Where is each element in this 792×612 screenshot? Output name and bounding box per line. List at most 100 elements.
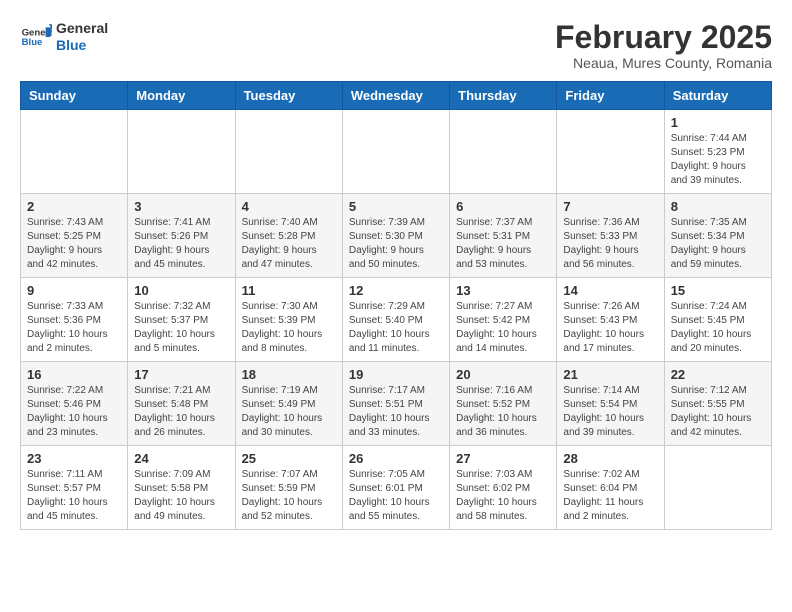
day-info: Sunrise: 7:33 AM Sunset: 5:36 PM Dayligh…: [27, 300, 121, 356]
calendar-cell: 15 Sunrise: 7:24 AM Sunset: 5:45 PM Dayli…: [664, 278, 771, 362]
calendar-cell: 9 Sunrise: 7:33 AM Sunset: 5:36 PM Daylig…: [21, 278, 128, 362]
page-header: General Blue General Blue February 2025 …: [20, 20, 772, 71]
calendar-table: SundayMondayTuesdayWednesdayThursdayFrid…: [20, 81, 772, 530]
weekday-header-saturday: Saturday: [664, 82, 771, 110]
day-number: 11: [242, 283, 336, 298]
month-year: February 2025: [555, 20, 772, 55]
calendar-cell: 19 Sunrise: 7:17 AM Sunset: 5:51 PM Dayli…: [342, 362, 449, 446]
day-info: Sunrise: 7:21 AM Sunset: 5:48 PM Dayligh…: [134, 384, 228, 440]
day-number: 21: [563, 367, 657, 382]
day-number: 19: [349, 367, 443, 382]
day-number: 8: [671, 199, 765, 214]
day-number: 18: [242, 367, 336, 382]
day-number: 5: [349, 199, 443, 214]
day-info: Sunrise: 7:12 AM Sunset: 5:55 PM Dayligh…: [671, 384, 765, 440]
weekday-header-wednesday: Wednesday: [342, 82, 449, 110]
calendar-cell: [342, 110, 449, 194]
weekday-header-friday: Friday: [557, 82, 664, 110]
day-info: Sunrise: 7:24 AM Sunset: 5:45 PM Dayligh…: [671, 300, 765, 356]
day-info: Sunrise: 7:17 AM Sunset: 5:51 PM Dayligh…: [349, 384, 443, 440]
day-number: 6: [456, 199, 550, 214]
day-number: 13: [456, 283, 550, 298]
day-info: Sunrise: 7:07 AM Sunset: 5:59 PM Dayligh…: [242, 468, 336, 524]
day-number: 16: [27, 367, 121, 382]
day-number: 20: [456, 367, 550, 382]
day-number: 15: [671, 283, 765, 298]
day-info: Sunrise: 7:40 AM Sunset: 5:28 PM Dayligh…: [242, 216, 336, 272]
calendar-cell: [128, 110, 235, 194]
day-info: Sunrise: 7:30 AM Sunset: 5:39 PM Dayligh…: [242, 300, 336, 356]
calendar-cell: 25 Sunrise: 7:07 AM Sunset: 5:59 PM Dayli…: [235, 446, 342, 530]
calendar-cell: 1Sunrise: 7:44 AM Sunset: 5:23 PM Daylig…: [664, 110, 771, 194]
calendar-cell: 4 Sunrise: 7:40 AM Sunset: 5:28 PM Daylig…: [235, 194, 342, 278]
day-number: 3: [134, 199, 228, 214]
day-info: Sunrise: 7:44 AM Sunset: 5:23 PM Dayligh…: [671, 132, 765, 188]
day-number: 26: [349, 451, 443, 466]
day-number: 25: [242, 451, 336, 466]
day-number: 28: [563, 451, 657, 466]
day-number: 9: [27, 283, 121, 298]
location: Neaua, Mures County, Romania: [555, 55, 772, 71]
day-info: Sunrise: 7:32 AM Sunset: 5:37 PM Dayligh…: [134, 300, 228, 356]
calendar-cell: 5 Sunrise: 7:39 AM Sunset: 5:30 PM Daylig…: [342, 194, 449, 278]
day-number: 12: [349, 283, 443, 298]
day-info: Sunrise: 7:05 AM Sunset: 6:01 PM Dayligh…: [349, 468, 443, 524]
calendar-week-row: 9 Sunrise: 7:33 AM Sunset: 5:36 PM Daylig…: [21, 278, 772, 362]
day-number: 7: [563, 199, 657, 214]
calendar-week-row: 16 Sunrise: 7:22 AM Sunset: 5:46 PM Dayli…: [21, 362, 772, 446]
calendar-cell: 8 Sunrise: 7:35 AM Sunset: 5:34 PM Daylig…: [664, 194, 771, 278]
weekday-header-thursday: Thursday: [450, 82, 557, 110]
calendar-cell: 12 Sunrise: 7:29 AM Sunset: 5:40 PM Dayli…: [342, 278, 449, 362]
logo-blue-text: Blue: [56, 37, 108, 54]
calendar-cell: 28Sunrise: 7:02 AM Sunset: 6:04 PM Dayli…: [557, 446, 664, 530]
calendar-cell: 16 Sunrise: 7:22 AM Sunset: 5:46 PM Dayli…: [21, 362, 128, 446]
calendar-cell: [21, 110, 128, 194]
calendar-cell: 3 Sunrise: 7:41 AM Sunset: 5:26 PM Daylig…: [128, 194, 235, 278]
calendar-cell: 27 Sunrise: 7:03 AM Sunset: 6:02 PM Dayli…: [450, 446, 557, 530]
title-block: February 2025 Neaua, Mures County, Roman…: [555, 20, 772, 71]
calendar-header: SundayMondayTuesdayWednesdayThursdayFrid…: [21, 82, 772, 110]
weekday-header-monday: Monday: [128, 82, 235, 110]
calendar-cell: 21 Sunrise: 7:14 AM Sunset: 5:54 PM Dayli…: [557, 362, 664, 446]
calendar-cell: [557, 110, 664, 194]
day-number: 27: [456, 451, 550, 466]
day-info: Sunrise: 7:26 AM Sunset: 5:43 PM Dayligh…: [563, 300, 657, 356]
calendar-cell: 6Sunrise: 7:37 AM Sunset: 5:31 PM Daylig…: [450, 194, 557, 278]
calendar-body: 1Sunrise: 7:44 AM Sunset: 5:23 PM Daylig…: [21, 110, 772, 530]
calendar-cell: 23Sunrise: 7:11 AM Sunset: 5:57 PM Dayli…: [21, 446, 128, 530]
day-info: Sunrise: 7:14 AM Sunset: 5:54 PM Dayligh…: [563, 384, 657, 440]
calendar-week-row: 1Sunrise: 7:44 AM Sunset: 5:23 PM Daylig…: [21, 110, 772, 194]
day-info: Sunrise: 7:22 AM Sunset: 5:46 PM Dayligh…: [27, 384, 121, 440]
day-info: Sunrise: 7:03 AM Sunset: 6:02 PM Dayligh…: [456, 468, 550, 524]
day-number: 17: [134, 367, 228, 382]
day-number: 24: [134, 451, 228, 466]
day-info: Sunrise: 7:39 AM Sunset: 5:30 PM Dayligh…: [349, 216, 443, 272]
calendar-cell: 7Sunrise: 7:36 AM Sunset: 5:33 PM Daylig…: [557, 194, 664, 278]
calendar-week-row: 2 Sunrise: 7:43 AM Sunset: 5:25 PM Daylig…: [21, 194, 772, 278]
day-info: Sunrise: 7:29 AM Sunset: 5:40 PM Dayligh…: [349, 300, 443, 356]
calendar-cell: 20Sunrise: 7:16 AM Sunset: 5:52 PM Dayli…: [450, 362, 557, 446]
day-info: Sunrise: 7:19 AM Sunset: 5:49 PM Dayligh…: [242, 384, 336, 440]
day-info: Sunrise: 7:35 AM Sunset: 5:34 PM Dayligh…: [671, 216, 765, 272]
day-number: 2: [27, 199, 121, 214]
day-info: Sunrise: 7:41 AM Sunset: 5:26 PM Dayligh…: [134, 216, 228, 272]
day-number: 10: [134, 283, 228, 298]
logo-general-text: General: [56, 20, 108, 37]
day-info: Sunrise: 7:27 AM Sunset: 5:42 PM Dayligh…: [456, 300, 550, 356]
calendar-cell: 13 Sunrise: 7:27 AM Sunset: 5:42 PM Dayli…: [450, 278, 557, 362]
day-info: Sunrise: 7:11 AM Sunset: 5:57 PM Dayligh…: [27, 468, 121, 524]
day-number: 22: [671, 367, 765, 382]
calendar-cell: 11 Sunrise: 7:30 AM Sunset: 5:39 PM Dayli…: [235, 278, 342, 362]
calendar-cell: [664, 446, 771, 530]
calendar-cell: 2 Sunrise: 7:43 AM Sunset: 5:25 PM Daylig…: [21, 194, 128, 278]
svg-text:Blue: Blue: [22, 37, 43, 48]
calendar-cell: [450, 110, 557, 194]
logo: General Blue General Blue: [20, 20, 108, 54]
calendar-cell: 22 Sunrise: 7:12 AM Sunset: 5:55 PM Dayli…: [664, 362, 771, 446]
calendar-cell: 18 Sunrise: 7:19 AM Sunset: 5:49 PM Dayli…: [235, 362, 342, 446]
day-number: 14: [563, 283, 657, 298]
day-info: Sunrise: 7:43 AM Sunset: 5:25 PM Dayligh…: [27, 216, 121, 272]
day-number: 4: [242, 199, 336, 214]
weekday-header-row: SundayMondayTuesdayWednesdayThursdayFrid…: [21, 82, 772, 110]
day-info: Sunrise: 7:09 AM Sunset: 5:58 PM Dayligh…: [134, 468, 228, 524]
